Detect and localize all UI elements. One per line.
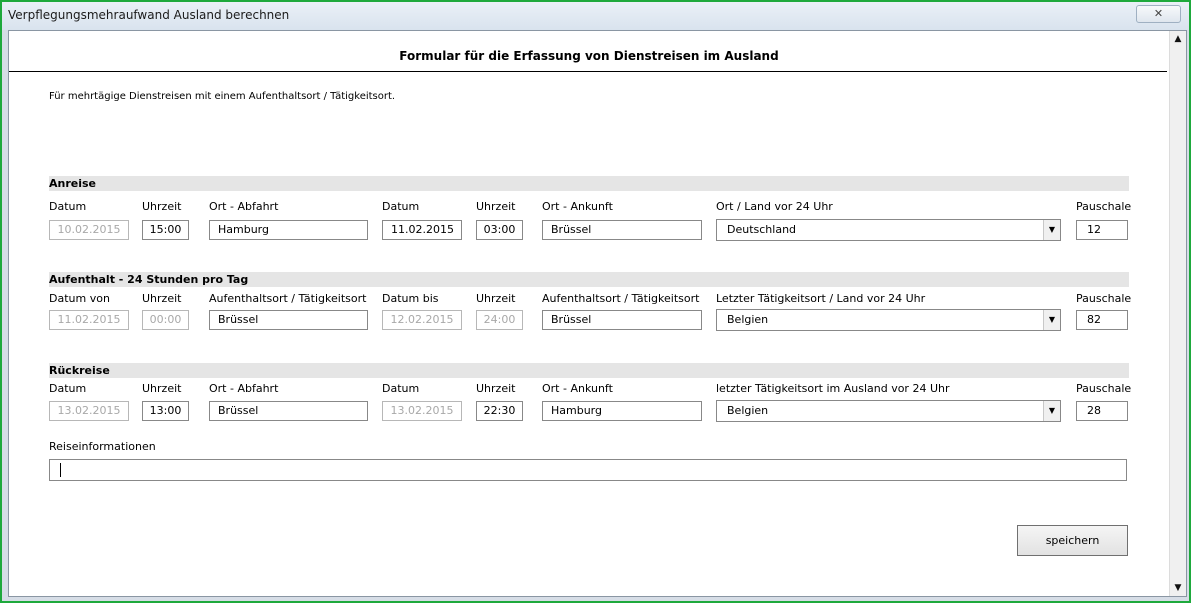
label-uhrzeit: Uhrzeit	[142, 292, 182, 305]
label-uhrzeit: Uhrzeit	[476, 292, 516, 305]
rueckreise-ort-abfahrt-field[interactable]: Brüssel	[209, 401, 368, 421]
aufenthalt-pauschale-field[interactable]: 82	[1076, 310, 1128, 330]
divider	[9, 71, 1167, 72]
form-area: Formular für die Erfassung von Dienstrei…	[8, 30, 1187, 597]
label-uhrzeit: Uhrzeit	[476, 382, 516, 395]
rueckreise-pauschale-field[interactable]: 28	[1076, 401, 1128, 421]
label-pauschale: Pauschale	[1076, 200, 1132, 213]
rueckreise-uhrzeit-ankunft-field[interactable]: 22:30	[476, 401, 523, 421]
label-datum-von: Datum von	[49, 292, 110, 305]
anreise-ort-ankunft-field[interactable]: Brüssel	[542, 220, 702, 240]
rueckreise-uhrzeit-abfahrt-field[interactable]: 13:00	[142, 401, 189, 421]
chevron-down-icon[interactable]: ▼	[1043, 401, 1060, 421]
label-aufenthaltsort: Aufenthaltsort / Tätigkeitsort	[542, 292, 700, 305]
label-datum: Datum	[49, 382, 87, 395]
label-uhrzeit: Uhrzeit	[476, 200, 516, 213]
anreise-datum-ankunft-field[interactable]: 11.02.2015	[382, 220, 462, 240]
anreise-uhrzeit-abfahrt-field[interactable]: 15:00	[142, 220, 189, 240]
anreise-datum-abfahrt-field[interactable]: 10.02.2015	[49, 220, 129, 240]
chevron-down-icon[interactable]: ▼	[1043, 310, 1060, 330]
rueckreise-land-dropdown[interactable]: Belgien ▼	[716, 400, 1061, 422]
section-heading-rueckreise: Rückreise	[49, 363, 1129, 378]
aufenthalt-uhrzeit-bis-field[interactable]: 24:00	[476, 310, 523, 330]
label-land: letzter Tätigkeitsort im Ausland vor 24 …	[716, 382, 950, 395]
aufenthalt-land-dropdown[interactable]: Belgien ▼	[716, 309, 1061, 331]
label-ort-ankunft: Ort - Ankunft	[542, 382, 613, 395]
form-title: Formular für die Erfassung von Dienstrei…	[399, 49, 779, 63]
label-datum-bis: Datum bis	[382, 292, 439, 305]
anreise-pauschale-field[interactable]: 12	[1076, 220, 1128, 240]
label-uhrzeit: Uhrzeit	[142, 200, 182, 213]
vertical-scrollbar[interactable]: ▲ ▼	[1169, 31, 1186, 596]
label-pauschale: Pauschale	[1076, 292, 1132, 305]
label-uhrzeit: Uhrzeit	[142, 382, 182, 395]
label-land: Letzter Tätigkeitsort / Land vor 24 Uhr	[716, 292, 926, 305]
rueckreise-datum-ankunft-field[interactable]: 13.02.2015	[382, 401, 462, 421]
label-datum: Datum	[382, 382, 420, 395]
aufenthalt-uhrzeit-von-field[interactable]: 00:00	[142, 310, 189, 330]
anreise-land-value: Deutschland	[727, 223, 797, 236]
close-button[interactable]: ✕	[1136, 5, 1181, 23]
title-bar[interactable]: Verpflegungsmehraufwand Ausland berechne…	[2, 2, 1189, 30]
anreise-ort-abfahrt-field[interactable]: Hamburg	[209, 220, 368, 240]
label-datum: Datum	[382, 200, 420, 213]
label-datum: Datum	[49, 200, 87, 213]
text-caret	[60, 463, 61, 477]
aufenthalt-ort-von-field[interactable]: Brüssel	[209, 310, 368, 330]
label-pauschale: Pauschale	[1076, 382, 1132, 395]
aufenthalt-land-value: Belgien	[727, 313, 769, 326]
intro-text: Für mehrtägige Dienstreisen mit einem Au…	[49, 91, 396, 102]
label-land: Ort / Land vor 24 Uhr	[716, 200, 833, 213]
section-heading-aufenthalt: Aufenthalt - 24 Stunden pro Tag	[49, 272, 1129, 287]
anreise-land-dropdown[interactable]: Deutschland ▼	[716, 219, 1061, 241]
aufenthalt-ort-bis-field[interactable]: Brüssel	[542, 310, 702, 330]
label-reiseinformationen: Reiseinformationen	[49, 440, 156, 453]
aufenthalt-datum-bis-field[interactable]: 12.02.2015	[382, 310, 462, 330]
label-ort-abfahrt: Ort - Abfahrt	[209, 382, 279, 395]
save-button[interactable]: speichern	[1017, 525, 1128, 556]
dialog-window: Verpflegungsmehraufwand Ausland berechne…	[2, 2, 1189, 601]
section-heading-anreise: Anreise	[49, 176, 1129, 191]
rueckreise-ort-ankunft-field[interactable]: Hamburg	[542, 401, 702, 421]
scroll-down-icon[interactable]: ▼	[1170, 580, 1186, 596]
rueckreise-land-value: Belgien	[727, 404, 769, 417]
window-title: Verpflegungsmehraufwand Ausland berechne…	[8, 8, 290, 22]
scroll-up-icon[interactable]: ▲	[1170, 31, 1186, 47]
chevron-down-icon[interactable]: ▼	[1043, 220, 1060, 240]
label-ort-abfahrt: Ort - Abfahrt	[209, 200, 279, 213]
label-aufenthaltsort: Aufenthaltsort / Tätigkeitsort	[209, 292, 367, 305]
anreise-uhrzeit-ankunft-field[interactable]: 03:00	[476, 220, 523, 240]
reiseinformationen-input[interactable]	[49, 459, 1127, 481]
aufenthalt-datum-von-field[interactable]: 11.02.2015	[49, 310, 129, 330]
rueckreise-datum-abfahrt-field[interactable]: 13.02.2015	[49, 401, 129, 421]
label-ort-ankunft: Ort - Ankunft	[542, 200, 613, 213]
